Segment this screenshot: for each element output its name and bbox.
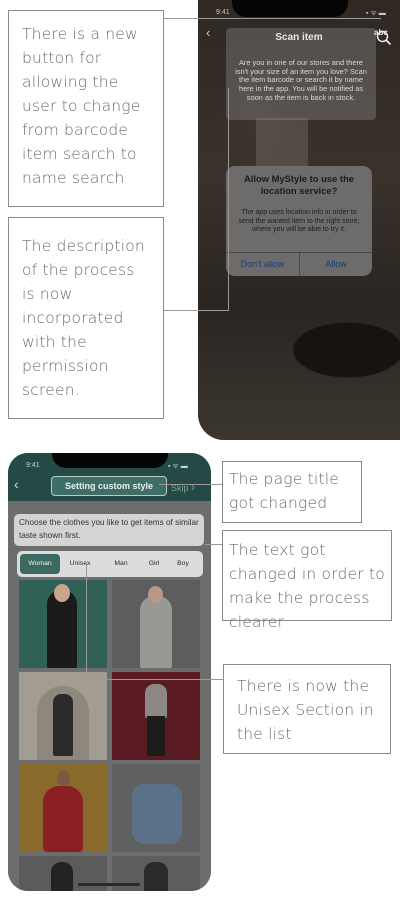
status-time: 9:41 (216, 9, 230, 16)
annotation-text: The text got changed in order to make th… (229, 541, 385, 631)
search-icon (376, 30, 392, 46)
annotation-description: The description of the process is now in… (8, 217, 164, 419)
phone-notch (52, 453, 168, 468)
filter-unisex[interactable]: Unisex (65, 554, 95, 574)
annotation-new-button: There is a new button for allowing the u… (8, 10, 164, 207)
alert-title: Allow MyStyle to use the location servic… (244, 173, 354, 196)
clothing-photo[interactable] (19, 764, 107, 852)
status-icons: ▪ ᯤ ▬ (366, 10, 386, 17)
annotation-text-changed: The text got changed in order to make th… (222, 530, 392, 631)
connector-line (205, 544, 223, 545)
scan-description: Are you in one of our stores and there i… (235, 58, 367, 102)
clothing-photo[interactable] (112, 764, 200, 852)
clothing-photo[interactable] (19, 672, 107, 760)
clothing-photo[interactable] (112, 672, 200, 760)
connector-line (86, 679, 224, 680)
clothing-photo[interactable] (19, 580, 107, 668)
scan-title: Scan item (275, 32, 323, 43)
back-chevron-icon[interactable]: ‹ (14, 476, 19, 492)
annotation-text: The description of the process is now in… (22, 237, 145, 399)
page-title: Setting custom style (51, 476, 167, 496)
annotation-page-title: The page title got changed (222, 461, 362, 523)
filter-boy[interactable]: Boy (173, 554, 193, 574)
filter-man[interactable]: Man (109, 554, 133, 574)
home-indicator (78, 883, 140, 886)
status-time: 9:41 (26, 462, 40, 469)
custom-style-screen: 9:41 ▪ ᯤ ▬ ‹ Setting custom style Skip ›… (8, 453, 211, 891)
filter-girl[interactable]: Girl (143, 554, 165, 574)
connector-line (163, 18, 381, 19)
alert-message: The app uses location info in order to s… (238, 209, 360, 233)
connector-line (163, 310, 229, 311)
store-shelf-image (256, 118, 308, 166)
connector-line (86, 563, 87, 679)
filter-woman[interactable]: Woman (20, 554, 60, 574)
connector-line (228, 88, 229, 311)
search-toggle-button[interactable]: abc (374, 28, 392, 46)
annotation-text: There is a new button for allowing the u… (22, 25, 141, 187)
annotation-unisex: There is now the Unisex Section in the l… (223, 664, 391, 754)
chevron-right-icon: › (191, 480, 196, 494)
phone-notch (232, 0, 348, 17)
dont-allow-button[interactable]: Don't allow (226, 259, 299, 269)
location-permission-alert: Allow MyStyle to use the location servic… (226, 166, 372, 276)
annotation-text: There is now the Unisex Section in the l… (237, 677, 374, 743)
skip-button[interactable]: Skip › (171, 480, 195, 494)
connector-line (159, 484, 226, 485)
status-icons: ▪ ᯤ ▬ (168, 463, 188, 470)
instructions-text: Choose the clothes you like to get items… (14, 514, 204, 546)
category-filter-bar: Woman Unisex Man Girl Boy (17, 551, 203, 577)
allow-button[interactable]: Allow (300, 259, 372, 269)
annotation-text: The page title got changed (229, 470, 339, 512)
clothing-photo[interactable] (112, 580, 200, 668)
